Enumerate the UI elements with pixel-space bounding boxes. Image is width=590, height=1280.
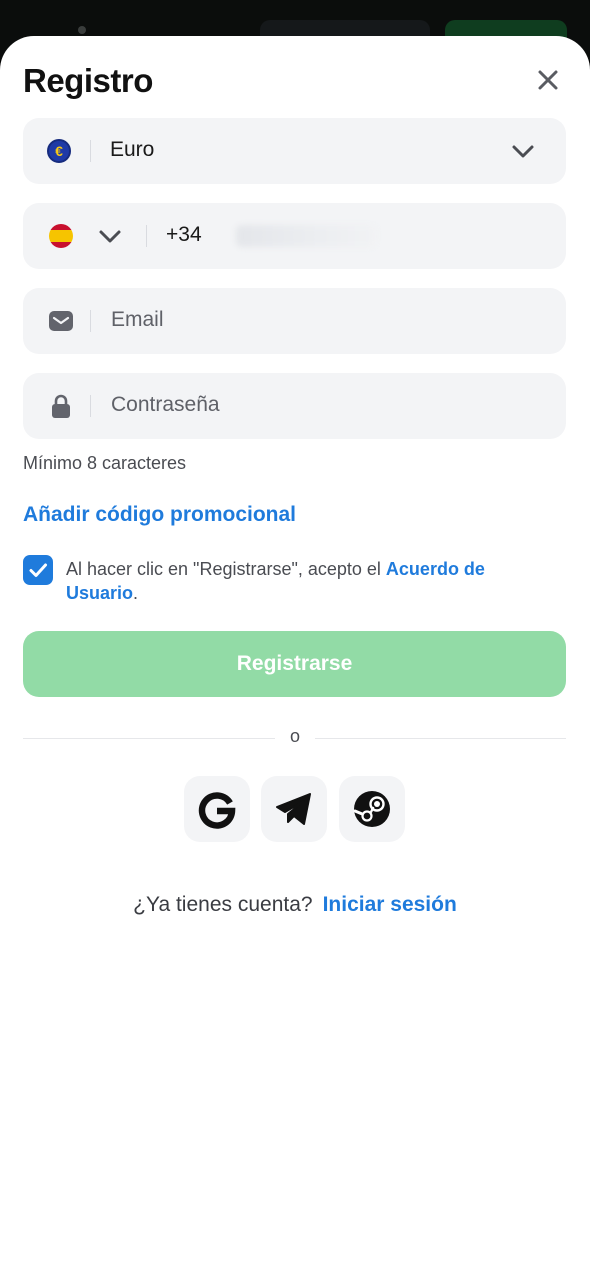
field-divider bbox=[90, 140, 91, 162]
background-dot bbox=[78, 26, 86, 34]
close-icon bbox=[538, 70, 558, 90]
phone-number-blurred bbox=[236, 225, 376, 247]
terms-text: Al hacer clic en "Registrarse", acepto e… bbox=[66, 557, 546, 605]
phone-field[interactable]: +34 bbox=[23, 203, 566, 269]
mail-icon bbox=[49, 311, 73, 331]
google-login-button[interactable] bbox=[184, 776, 250, 842]
steam-icon bbox=[353, 791, 390, 827]
separator-line-right bbox=[315, 738, 566, 739]
field-divider bbox=[90, 395, 91, 417]
add-promo-code-link[interactable]: Añadir código promocional bbox=[23, 503, 296, 527]
separator-line-left bbox=[23, 738, 275, 739]
registration-sheet: Registro € Euro +34 Email Contraseña Mín… bbox=[0, 36, 590, 1280]
password-hint: Mínimo 8 caracteres bbox=[23, 453, 187, 473]
login-prompt: ¿Ya tienes cuenta? Iniciar sesión bbox=[0, 893, 590, 917]
telegram-login-button[interactable] bbox=[261, 776, 327, 842]
page-title: Registro bbox=[23, 62, 153, 99]
terms-checkbox[interactable] bbox=[23, 555, 53, 585]
register-button[interactable]: Registrarse bbox=[23, 631, 566, 697]
telegram-icon bbox=[276, 793, 311, 825]
email-placeholder: Email bbox=[111, 308, 164, 331]
login-question: ¿Ya tienes cuenta? bbox=[133, 893, 313, 916]
email-field[interactable]: Email bbox=[23, 288, 566, 354]
country-code-dropdown[interactable] bbox=[95, 221, 125, 251]
currency-select[interactable]: € Euro bbox=[23, 118, 566, 184]
close-button[interactable] bbox=[532, 64, 564, 96]
login-link[interactable]: Iniciar sesión bbox=[323, 893, 457, 916]
spain-flag-icon bbox=[49, 224, 73, 248]
lock-icon bbox=[52, 394, 70, 418]
terms-text-suffix: . bbox=[133, 583, 139, 603]
password-placeholder: Contraseña bbox=[111, 393, 220, 416]
checkmark-icon bbox=[29, 563, 47, 577]
google-icon bbox=[198, 792, 236, 829]
phone-country-code: +34 bbox=[166, 223, 202, 246]
steam-login-button[interactable] bbox=[339, 776, 405, 842]
field-divider bbox=[90, 310, 91, 332]
separator-label: o bbox=[289, 726, 300, 746]
euro-icon: € bbox=[47, 139, 71, 163]
password-field[interactable]: Contraseña bbox=[23, 373, 566, 439]
field-divider bbox=[146, 225, 147, 247]
terms-text-prefix: Al hacer clic en "Registrarse", acepto e… bbox=[66, 559, 386, 579]
chevron-down-icon bbox=[99, 230, 121, 243]
chevron-down-icon bbox=[512, 145, 534, 158]
currency-label: Euro bbox=[110, 138, 155, 161]
